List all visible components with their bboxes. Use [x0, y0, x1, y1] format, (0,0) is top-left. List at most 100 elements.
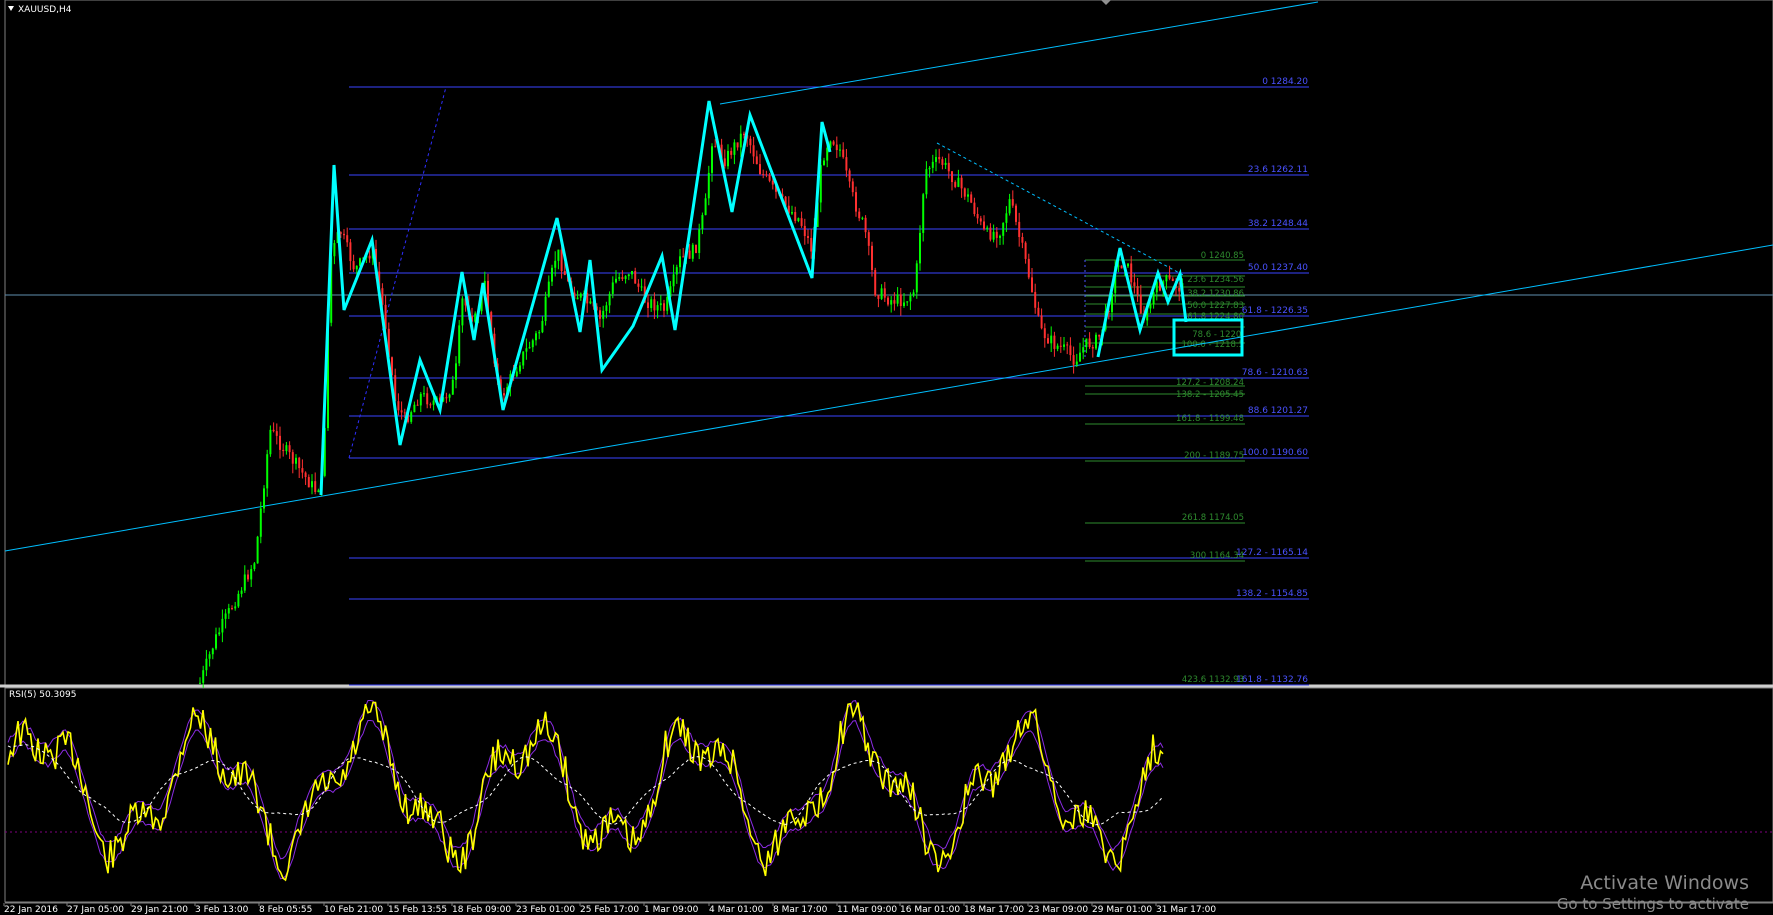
sfib-label-300: 300 1164.34 — [1190, 551, 1244, 561]
fib-label-382: 38.2 1248.44 — [1248, 219, 1308, 229]
candle-body — [970, 194, 973, 203]
candle-body — [1056, 345, 1059, 349]
candle-body — [451, 379, 454, 395]
candle-body — [1091, 347, 1094, 349]
candle-body — [589, 301, 592, 304]
candle-body — [839, 149, 841, 151]
candle-body — [605, 305, 608, 311]
candle-body — [355, 265, 358, 270]
candle-body — [983, 221, 985, 230]
candle-body — [634, 270, 637, 284]
candle-body — [301, 468, 304, 473]
candle-body — [858, 211, 861, 219]
fib-label-886: 88.6 1201.27 — [1248, 406, 1308, 416]
candle-body — [259, 508, 262, 537]
candle-body — [1050, 335, 1053, 344]
candle-body — [1139, 294, 1142, 314]
candle-body — [599, 310, 601, 319]
candle-body — [535, 333, 537, 341]
candle-body — [307, 477, 310, 488]
candle-body — [845, 157, 848, 171]
candle-body — [237, 593, 240, 607]
candle-body — [864, 217, 867, 233]
triangle-down-icon[interactable] — [8, 6, 14, 11]
candle-body — [1040, 315, 1043, 329]
candle-body — [736, 142, 739, 148]
candle-body — [672, 274, 675, 287]
candle-body — [240, 590, 243, 594]
candle-body — [1165, 275, 1168, 282]
candle-body — [576, 297, 579, 300]
candle-body — [579, 293, 582, 298]
candle-body — [608, 293, 611, 306]
candle-body — [445, 397, 448, 399]
fib-label-786: 78.6 - 1210.63 — [1242, 368, 1308, 378]
candle-body — [755, 156, 758, 165]
candle-body — [951, 171, 953, 183]
candle-body — [1027, 258, 1030, 278]
candle-body — [698, 229, 701, 253]
candle-body — [810, 237, 813, 252]
candle-body — [800, 218, 803, 226]
time-axis-label: 15 Feb 13:55 — [388, 905, 447, 915]
candle-body — [851, 181, 854, 193]
candle-body — [461, 298, 464, 326]
candle-body — [1072, 355, 1075, 365]
candle-body — [1149, 304, 1152, 309]
candle-body — [896, 294, 899, 304]
candle-body — [611, 282, 614, 294]
candle-body — [1098, 334, 1101, 337]
rsi-line — [7, 701, 1164, 882]
candle-body — [679, 256, 681, 268]
candle-body — [1079, 352, 1081, 362]
candle-body — [618, 277, 621, 279]
candle-body — [832, 141, 835, 145]
sfib-label-786: 78.6 - 1220. — [1192, 330, 1244, 340]
chart-window[interactable]: XAUUSD,H4 0 1284.20 23.6 1262.11 38.2 12… — [0, 0, 1773, 915]
candle-body — [1037, 307, 1040, 316]
candle-body — [429, 404, 432, 406]
channel-lower-trendline[interactable] — [4, 244, 1773, 552]
candle-body — [890, 300, 893, 305]
candle-body — [848, 170, 851, 182]
time-axis-label: 11 Mar 09:00 — [837, 905, 897, 915]
time-axis-label: 1 Mar 09:00 — [644, 905, 699, 915]
time-axis-label: 16 Mar 01:00 — [900, 905, 960, 915]
candlestick-series[interactable] — [199, 125, 1184, 688]
candle-body — [803, 225, 806, 237]
candle-body — [557, 249, 560, 261]
candle-body — [538, 332, 541, 334]
candle-body — [906, 301, 909, 303]
candle-body — [922, 194, 925, 233]
candle-body — [691, 244, 694, 259]
candle-body — [1008, 199, 1011, 214]
candle-body — [448, 394, 451, 398]
candle-body — [653, 299, 656, 311]
time-axis-label: 23 Mar 09:00 — [1028, 905, 1088, 915]
candle-body — [711, 146, 713, 173]
sfib-label-200: 200 - 1189.75 — [1184, 451, 1244, 461]
candle-body — [759, 164, 761, 175]
candle-body — [666, 296, 669, 311]
candle-body — [282, 449, 285, 452]
candle-body — [1002, 222, 1005, 236]
candle-body — [656, 305, 659, 311]
candle-body — [311, 481, 313, 488]
candle-body — [515, 371, 518, 377]
candle-body — [243, 574, 246, 591]
time-axis-label: 8 Feb 05:55 — [259, 905, 312, 915]
candle-body — [416, 404, 419, 406]
candle-body — [960, 177, 963, 189]
candle-body — [624, 276, 627, 279]
candle-body — [403, 412, 406, 414]
candle-body — [874, 269, 877, 296]
candle-body — [995, 231, 998, 238]
candle-body — [919, 232, 921, 264]
candle-body — [519, 365, 521, 372]
candle-body — [234, 606, 237, 609]
candle-body — [701, 215, 704, 230]
channel-upper-trendline[interactable] — [719, 1, 1319, 105]
shift-marker-icon[interactable] — [1101, 0, 1111, 5]
candle-body — [1018, 221, 1021, 237]
sfib-label-4236: 423.6 1132.93 — [1182, 675, 1244, 685]
